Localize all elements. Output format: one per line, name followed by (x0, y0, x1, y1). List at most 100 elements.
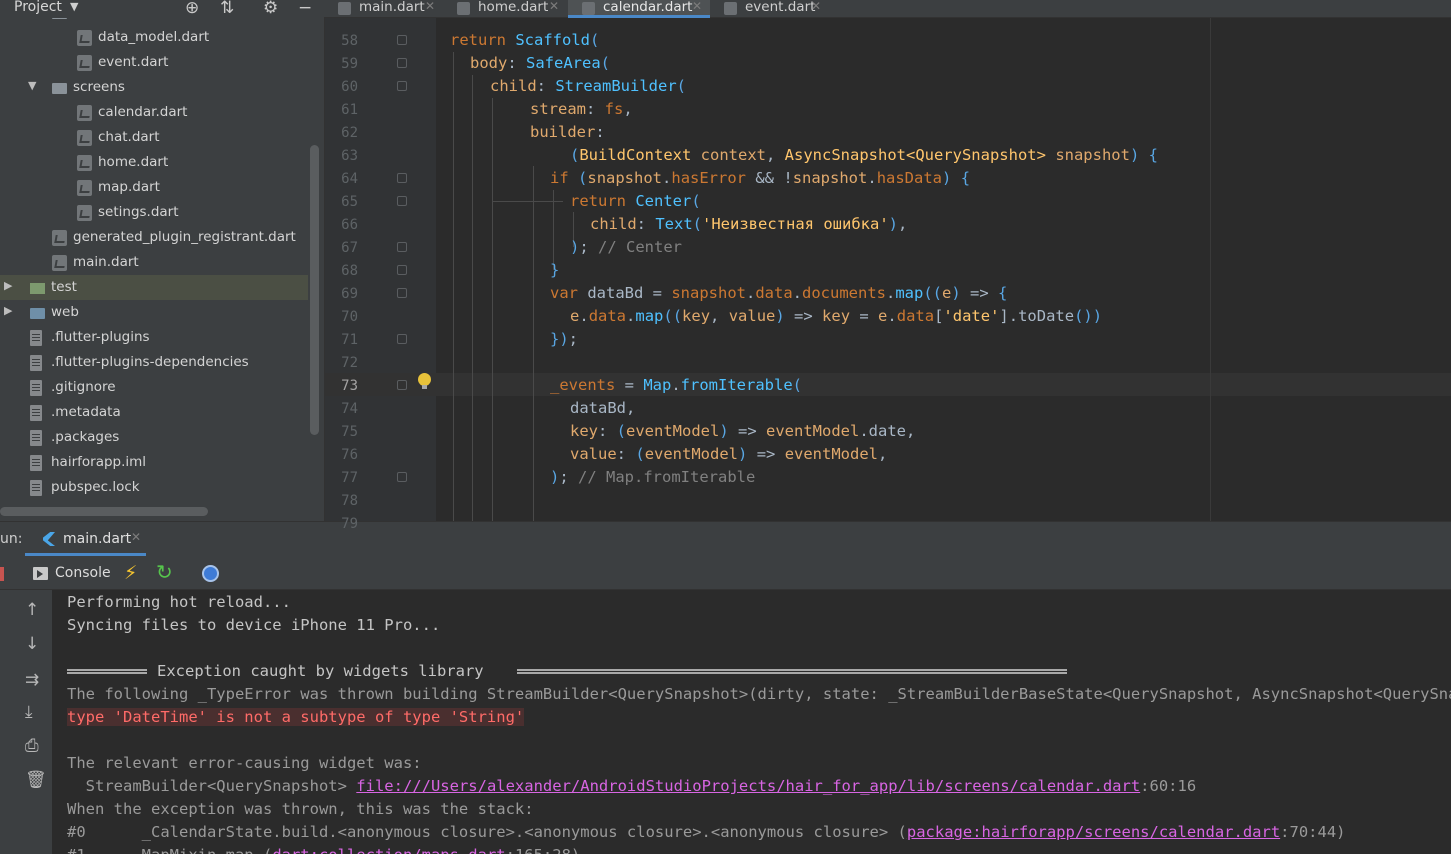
tree-item[interactable]: ▼ screens (0, 75, 308, 100)
close-icon[interactable]: ✕ (131, 530, 141, 544)
fold-marker[interactable] (397, 472, 407, 482)
line-number: 72 (341, 355, 358, 371)
file-icon (30, 405, 42, 421)
indent-guide (553, 190, 554, 270)
lightbulb-icon[interactable] (418, 373, 431, 389)
tree-item-label: calendar.dart (98, 104, 188, 120)
code-line: e.data.map((key, value) => key = e.data[… (570, 307, 1103, 325)
hot-reload-icon[interactable]: ⚡ (124, 562, 137, 584)
fold-marker[interactable] (397, 58, 407, 68)
fold-marker[interactable] (397, 288, 407, 298)
fold-marker[interactable] (397, 173, 407, 183)
fold-marker[interactable] (397, 81, 407, 91)
tree-item[interactable]: home.dart (0, 150, 308, 175)
tab-main-dart[interactable]: main.dart ✕ (324, 0, 443, 18)
arrow-up-icon[interactable]: ↑ (25, 600, 39, 620)
arrow-down-icon[interactable]: ↓ (25, 634, 39, 654)
tree-item[interactable]: generated_plugin_registrant.dart (0, 225, 308, 250)
tree-item[interactable]: main.dart (0, 250, 308, 275)
project-vertical-scrollbar[interactable] (310, 145, 319, 435)
tree-item[interactable]: setings.dart (0, 200, 308, 225)
tree-item[interactable]: pubspec.lock (0, 475, 308, 500)
tree-item[interactable]: event.dart (0, 50, 308, 75)
tree-item[interactable]: .gitignore (0, 375, 308, 400)
dart-file-icon (77, 30, 92, 46)
fold-marker[interactable] (397, 334, 407, 344)
locate-icon[interactable]: ⊕ (185, 0, 199, 18)
console-output[interactable]: Performing hot reload... Syncing files t… (52, 590, 1451, 854)
tab-label: home.dart (478, 0, 549, 15)
code-line: return Center( (570, 192, 701, 210)
line-number: 79 (341, 516, 358, 532)
fold-marker[interactable] (397, 380, 407, 390)
chevron-right-icon[interactable]: ▶ (4, 304, 12, 317)
indent-guide (492, 98, 493, 521)
run-tab-main-dart[interactable]: main.dart ✕ (25, 522, 146, 556)
tab-label: calendar.dart (603, 0, 693, 15)
code-line: value: (eventModel) => eventModel, (570, 445, 888, 463)
line-number: 59 (341, 56, 358, 72)
devtools-icon[interactable] (202, 565, 219, 582)
print-icon[interactable]: ⎙ (25, 736, 39, 756)
line-suffix: :165:28) (506, 846, 581, 854)
line-number: 65 (341, 194, 358, 210)
close-icon[interactable]: ✕ (425, 0, 435, 13)
dart-file-icon (457, 2, 470, 15)
hot-restart-icon[interactable]: ↻ (156, 560, 173, 584)
tree-item[interactable]: .packages (0, 425, 308, 450)
file-icon (30, 380, 42, 396)
collapse-all-icon[interactable]: ⇅ (220, 0, 234, 18)
console-icon[interactable] (33, 567, 48, 580)
close-icon[interactable]: ✕ (549, 0, 559, 13)
console-tab-label[interactable]: Console (55, 565, 111, 581)
close-icon[interactable]: ✕ (692, 0, 702, 13)
dart-file-icon (52, 230, 67, 246)
trash-icon[interactable]: 🗑 (25, 770, 47, 790)
scroll-to-end-icon[interactable]: ⤓ (25, 702, 33, 722)
file-icon (30, 480, 42, 496)
package-link[interactable]: dart:collection/maps.dart (272, 846, 505, 854)
chevron-right-icon[interactable]: ▶ (4, 279, 12, 292)
code-line: dataBd, (570, 399, 636, 417)
close-icon[interactable]: ✕ (811, 0, 821, 13)
code-line: return Scaffold( (450, 31, 600, 49)
code-line: }); (550, 330, 579, 348)
gear-icon[interactable]: ⚙ (263, 0, 278, 18)
tree-item[interactable]: calendar.dart (0, 100, 308, 125)
line-number: 64 (341, 171, 358, 187)
soft-wrap-icon[interactable]: ⇉ (25, 670, 39, 690)
run-side-toolbar: ↑ ↓ ⇉ ⤓ ⎙ 🗑 (0, 590, 52, 854)
console-line: StreamBuilder<QuerySnapshot> file:///Use… (67, 777, 1197, 795)
tree-item[interactable]: data_model.dart (0, 25, 308, 50)
fold-marker[interactable] (397, 35, 407, 45)
line-number: 58 (341, 33, 358, 49)
file-link[interactable]: file:///Users/alexander/AndroidStudioPro… (356, 777, 1140, 795)
console-line: The relevant error-causing widget was: (67, 754, 422, 772)
project-title[interactable]: Project (14, 0, 62, 15)
code-line: ); // Map.fromIterable (550, 468, 756, 486)
tree-item[interactable]: .flutter-plugins-dependencies (0, 350, 308, 375)
tree-item[interactable]: hairforapp.iml (0, 450, 308, 475)
folder-icon (30, 283, 45, 294)
tree-item[interactable]: ▶ web (0, 300, 308, 325)
fold-marker[interactable] (397, 242, 407, 252)
editor-tab-bar: main.dart ✕ home.dart ✕ calendar.dart ✕ … (324, 0, 1451, 18)
tree-item[interactable]: map.dart (0, 175, 308, 200)
line-number: 66 (341, 217, 358, 233)
project-panel: ▼modelsdata_model.dartevent.dart▼screens… (0, 0, 324, 521)
fold-marker[interactable] (397, 196, 407, 206)
tab-event-dart[interactable]: event.dart ✕ (710, 0, 832, 18)
hide-icon[interactable]: − (298, 0, 312, 18)
tree-item[interactable]: chat.dart (0, 125, 308, 150)
tree-item[interactable]: .flutter-plugins (0, 325, 308, 350)
tab-calendar-dart[interactable]: calendar.dart ✕ (568, 0, 710, 18)
tree-item[interactable]: ▶ test (0, 275, 308, 300)
project-horizontal-scrollbar[interactable] (0, 507, 208, 516)
stop-icon[interactable] (0, 567, 4, 581)
chevron-down-icon[interactable]: ▼ (28, 79, 36, 92)
chevron-down-icon[interactable]: ▼ (70, 0, 78, 13)
tree-item[interactable]: .metadata (0, 400, 308, 425)
fold-marker[interactable] (397, 265, 407, 275)
package-link[interactable]: package:hairforapp/screens/calendar.dart (907, 823, 1280, 841)
tab-home-dart[interactable]: home.dart ✕ (443, 0, 567, 18)
